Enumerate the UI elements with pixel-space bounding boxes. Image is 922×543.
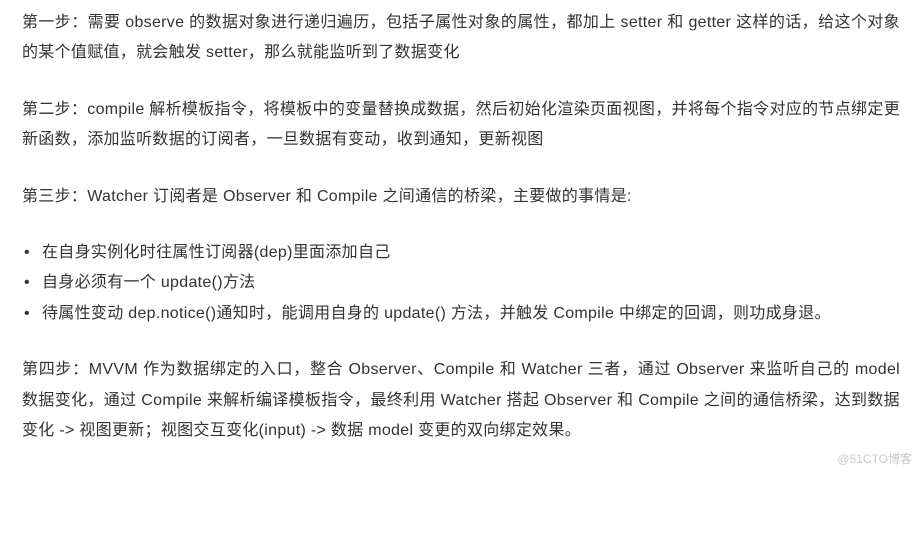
list-item: 自身必须有一个 update()方法: [22, 268, 900, 298]
watermark: @51CTO博客: [837, 448, 912, 471]
step-1-paragraph: 第一步：需要 observe 的数据对象进行递归遍历，包括子属性对象的属性，都加…: [22, 8, 900, 69]
list-item: 在自身实例化时往属性订阅器(dep)里面添加自己: [22, 238, 900, 268]
step-3-intro: 第三步：Watcher 订阅者是 Observer 和 Compile 之间通信…: [22, 182, 900, 212]
step-3-bullets: 在自身实例化时往属性订阅器(dep)里面添加自己 自身必须有一个 update(…: [22, 238, 900, 329]
list-item: 待属性变动 dep.notice()通知时，能调用自身的 update() 方法…: [22, 299, 900, 329]
step-4-paragraph: 第四步：MVVM 作为数据绑定的入口，整合 Observer、Compile 和…: [22, 355, 900, 446]
step-2-paragraph: 第二步：compile 解析模板指令，将模板中的变量替换成数据，然后初始化渲染页…: [22, 95, 900, 156]
